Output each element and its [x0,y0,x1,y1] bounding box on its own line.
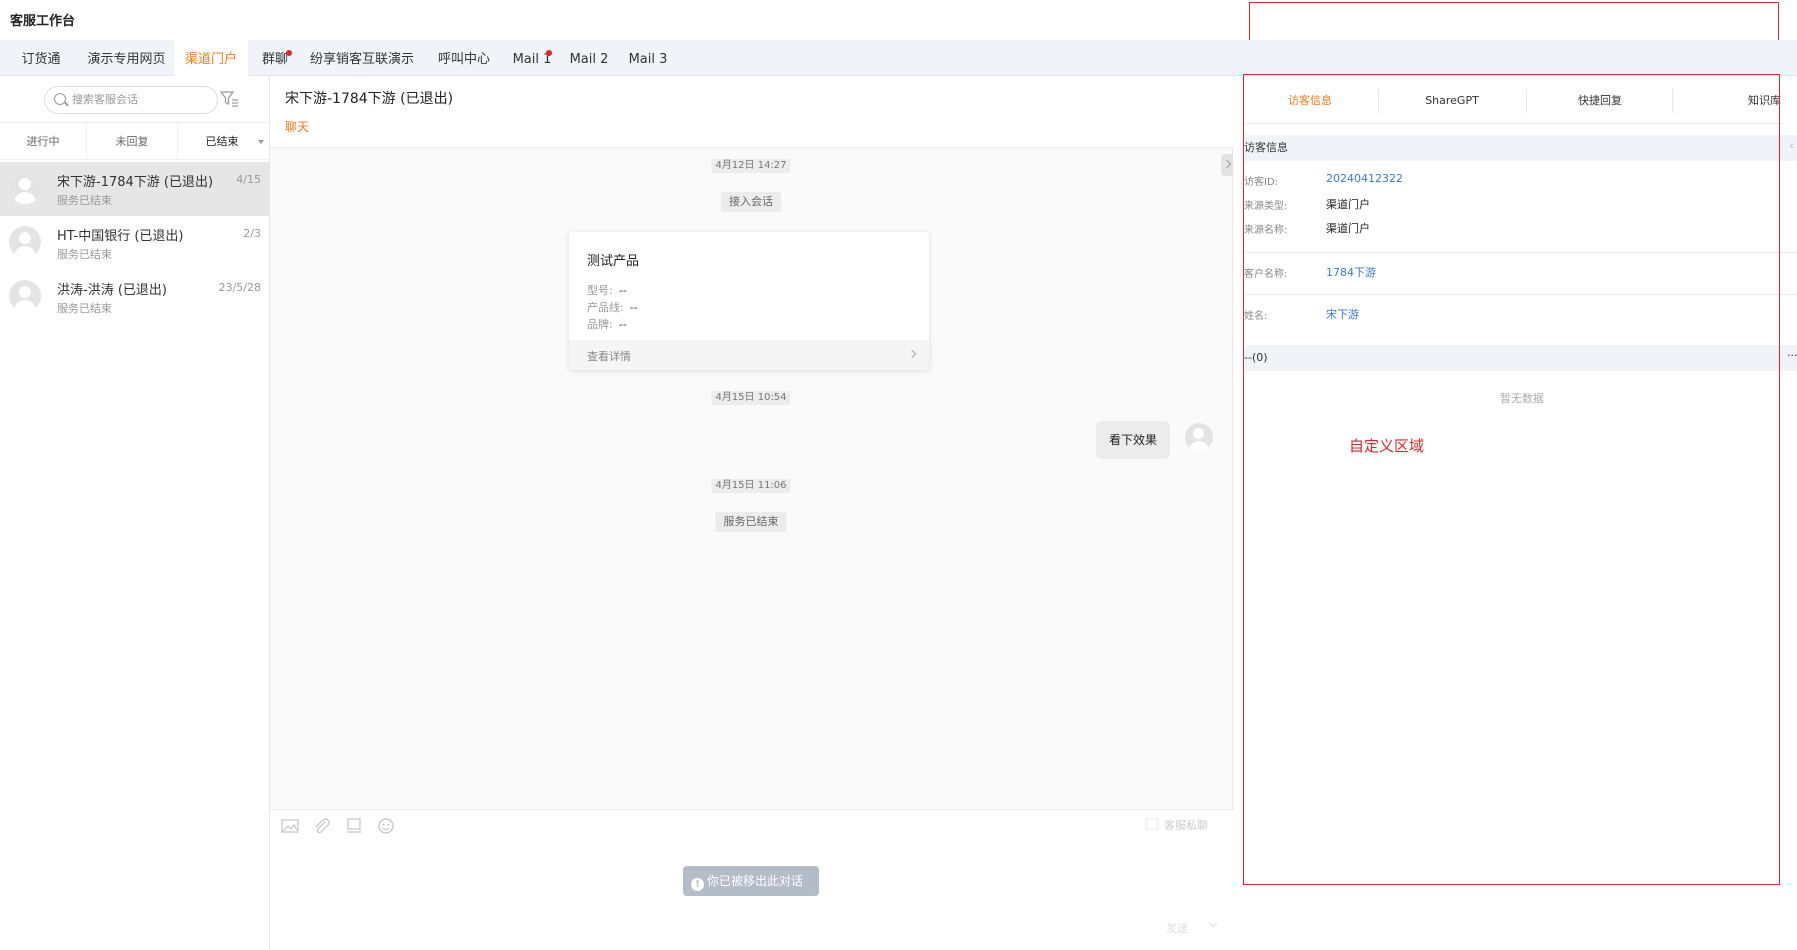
avatar [9,226,41,258]
customer-name-value[interactable]: 1784下游 [1326,264,1376,280]
chevron-down-icon[interactable] [1208,918,1218,928]
message-timestamp: 4月15日 10:54 [711,391,791,405]
source-type-label: 来源类型: [1244,201,1288,212]
search-box[interactable] [44,86,218,114]
view-details-link[interactable]: 查看详情 [569,340,929,370]
conversation-name: 宋下游-1784下游 (已退出) [57,175,214,190]
message-bubble: 看下效果 [1096,421,1171,459]
conversation-count: 2/3 [243,227,261,240]
screenshot-icon[interactable] [345,818,363,834]
visitor-id-value[interactable]: 20240412322 [1326,172,1403,185]
visitor-id-label: 访客ID: [1244,177,1279,188]
product-card[interactable]: 测试产品 型号: -- 产品线: -- 品牌: -- 查看详情 [569,232,929,370]
tab-mail-1[interactable]: Mail 1 [508,40,556,76]
tab-quick-reply[interactable]: 快捷回复 [1528,78,1672,124]
conversation-name: HT-中国银行 (已退出) [57,229,184,244]
empty-state: 暂无数据 [1500,392,1544,405]
private-chat-label: 客服私聊 [1164,819,1208,832]
message-timestamp: 4月12日 14:27 [711,159,791,173]
status-tab-unreplied[interactable]: 未回复 [87,123,177,160]
divider [1244,294,1797,295]
source-name-value: 渠道门户 [1326,222,1370,235]
unread-dot-icon [546,50,552,56]
conversation-item[interactable]: 宋下游-1784下游 (已退出) 服务已结束 4/15 [0,162,269,216]
tab-mail-2[interactable]: Mail 2 [567,40,611,76]
divider [1378,89,1379,113]
section-related-records: --(0) [1244,345,1797,371]
conversation-count: 4/15 [236,173,261,186]
chevron-down-icon[interactable] [258,140,264,144]
removed-from-conversation-notice: ! 你已被移出此对话 [683,866,819,896]
message-timestamp: 4月15日 11:06 [711,479,791,493]
custom-header-area-outline [1249,2,1779,41]
product-field-brand: 品牌: -- [587,318,627,331]
tab-visitor-info[interactable]: 访客信息 [1244,78,1376,124]
conversation-item[interactable]: HT-中国银行 (已退出) 服务已结束 2/3 [0,216,269,270]
tab-dinghuotong[interactable]: 订货通 [10,40,72,76]
unread-dot-icon [286,50,292,56]
chevron-right-icon [907,349,917,359]
send-button[interactable]: 发送 [1166,920,1188,936]
tab-knowledge-base[interactable]: 知识库 [1674,78,1786,124]
product-field-model: 型号: -- [587,284,627,297]
workspace-tab-bar: 订货通 演示专用网页 渠道门户 群聊 纷享销客互联演示 呼叫中心 Mail 1 … [0,40,1797,76]
system-message: 接入会话 [721,192,781,212]
private-chat-checkbox[interactable] [1146,818,1158,830]
warning-icon: ! [691,878,704,891]
tab-mail-3[interactable]: Mail 3 [624,40,672,76]
divider [1526,89,1527,113]
status-tab-ended[interactable]: 已结束 [178,123,266,160]
chat-panel: 宋下游-1784下游 (已退出) 聊天 4月12日 14:27 接入会话 测试产… [270,76,1233,950]
chat-header: 宋下游-1784下游 (已退出) 聊天 [270,76,1233,148]
section-edge-glyph: ᶜ [1790,143,1794,154]
conversation-name: 洪涛-洪涛 (已退出) [57,283,167,298]
filter-icon[interactable] [219,89,239,109]
tab-channel-portal[interactable]: 渠道门户 [174,40,248,76]
custom-area-label: 自定义区域 [1349,437,1425,455]
emoji-icon[interactable] [377,818,395,834]
product-field-line: 产品线: -- [587,301,638,314]
system-message: 服务已结束 [715,512,787,532]
conversation-sidebar: 进行中 未回复 已结束 宋下游-1784下游 (已退出) 服务已结束 4/15 … [0,76,270,950]
chat-title: 宋下游-1784下游 (已退出) [285,91,454,107]
more-icon[interactable]: ··· [1787,349,1797,362]
status-tabs: 进行中 未回复 已结束 [0,122,270,160]
app-title: 客服工作台 [10,14,76,29]
tab-chat[interactable]: 聊天 [285,118,309,135]
customer-name-label: 客户名称: [1244,269,1288,280]
conversation-status: 服务已结束 [57,248,112,261]
section-visitor-info: 访客信息 [1244,135,1797,161]
collapse-panel-handle[interactable] [1221,154,1233,176]
source-type-value: 渠道门户 [1326,198,1370,211]
name-value[interactable]: 宋下游 [1326,306,1359,322]
message-composer: 客服私聊 ! 你已被移出此对话 发送 [270,809,1233,950]
source-name-label: 来源名称: [1244,225,1288,236]
divider [1672,89,1673,113]
image-icon[interactable] [281,818,299,834]
name-label: 姓名: [1244,311,1268,322]
product-card-title: 测试产品 [587,254,640,269]
avatar [1185,423,1213,451]
conversation-count: 23/5/28 [218,281,261,294]
info-panel [1233,76,1797,950]
tab-call-center[interactable]: 呼叫中心 [432,40,496,76]
tab-group-chat[interactable]: 群聊 [254,40,296,76]
conversation-status: 服务已结束 [57,194,112,207]
divider [1244,252,1797,253]
search-input[interactable] [72,91,212,109]
avatar [9,280,41,312]
status-tab-ongoing[interactable]: 进行中 [0,123,86,160]
tab-demo-page[interactable]: 演示专用网页 [78,40,175,76]
search-icon [54,93,66,105]
avatar [9,172,41,204]
attachment-icon[interactable] [313,818,331,834]
tab-sharegpt[interactable]: ShareGPT [1380,78,1524,124]
tab-fxiaoke-demo[interactable]: 纷享销客互联演示 [306,40,418,76]
info-panel-tabs: 访客信息 ShareGPT 快捷回复 知识库 [1244,78,1784,124]
conversation-status: 服务已结束 [57,302,112,315]
conversation-item[interactable]: 洪涛-洪涛 (已退出) 服务已结束 23/5/28 [0,270,269,324]
